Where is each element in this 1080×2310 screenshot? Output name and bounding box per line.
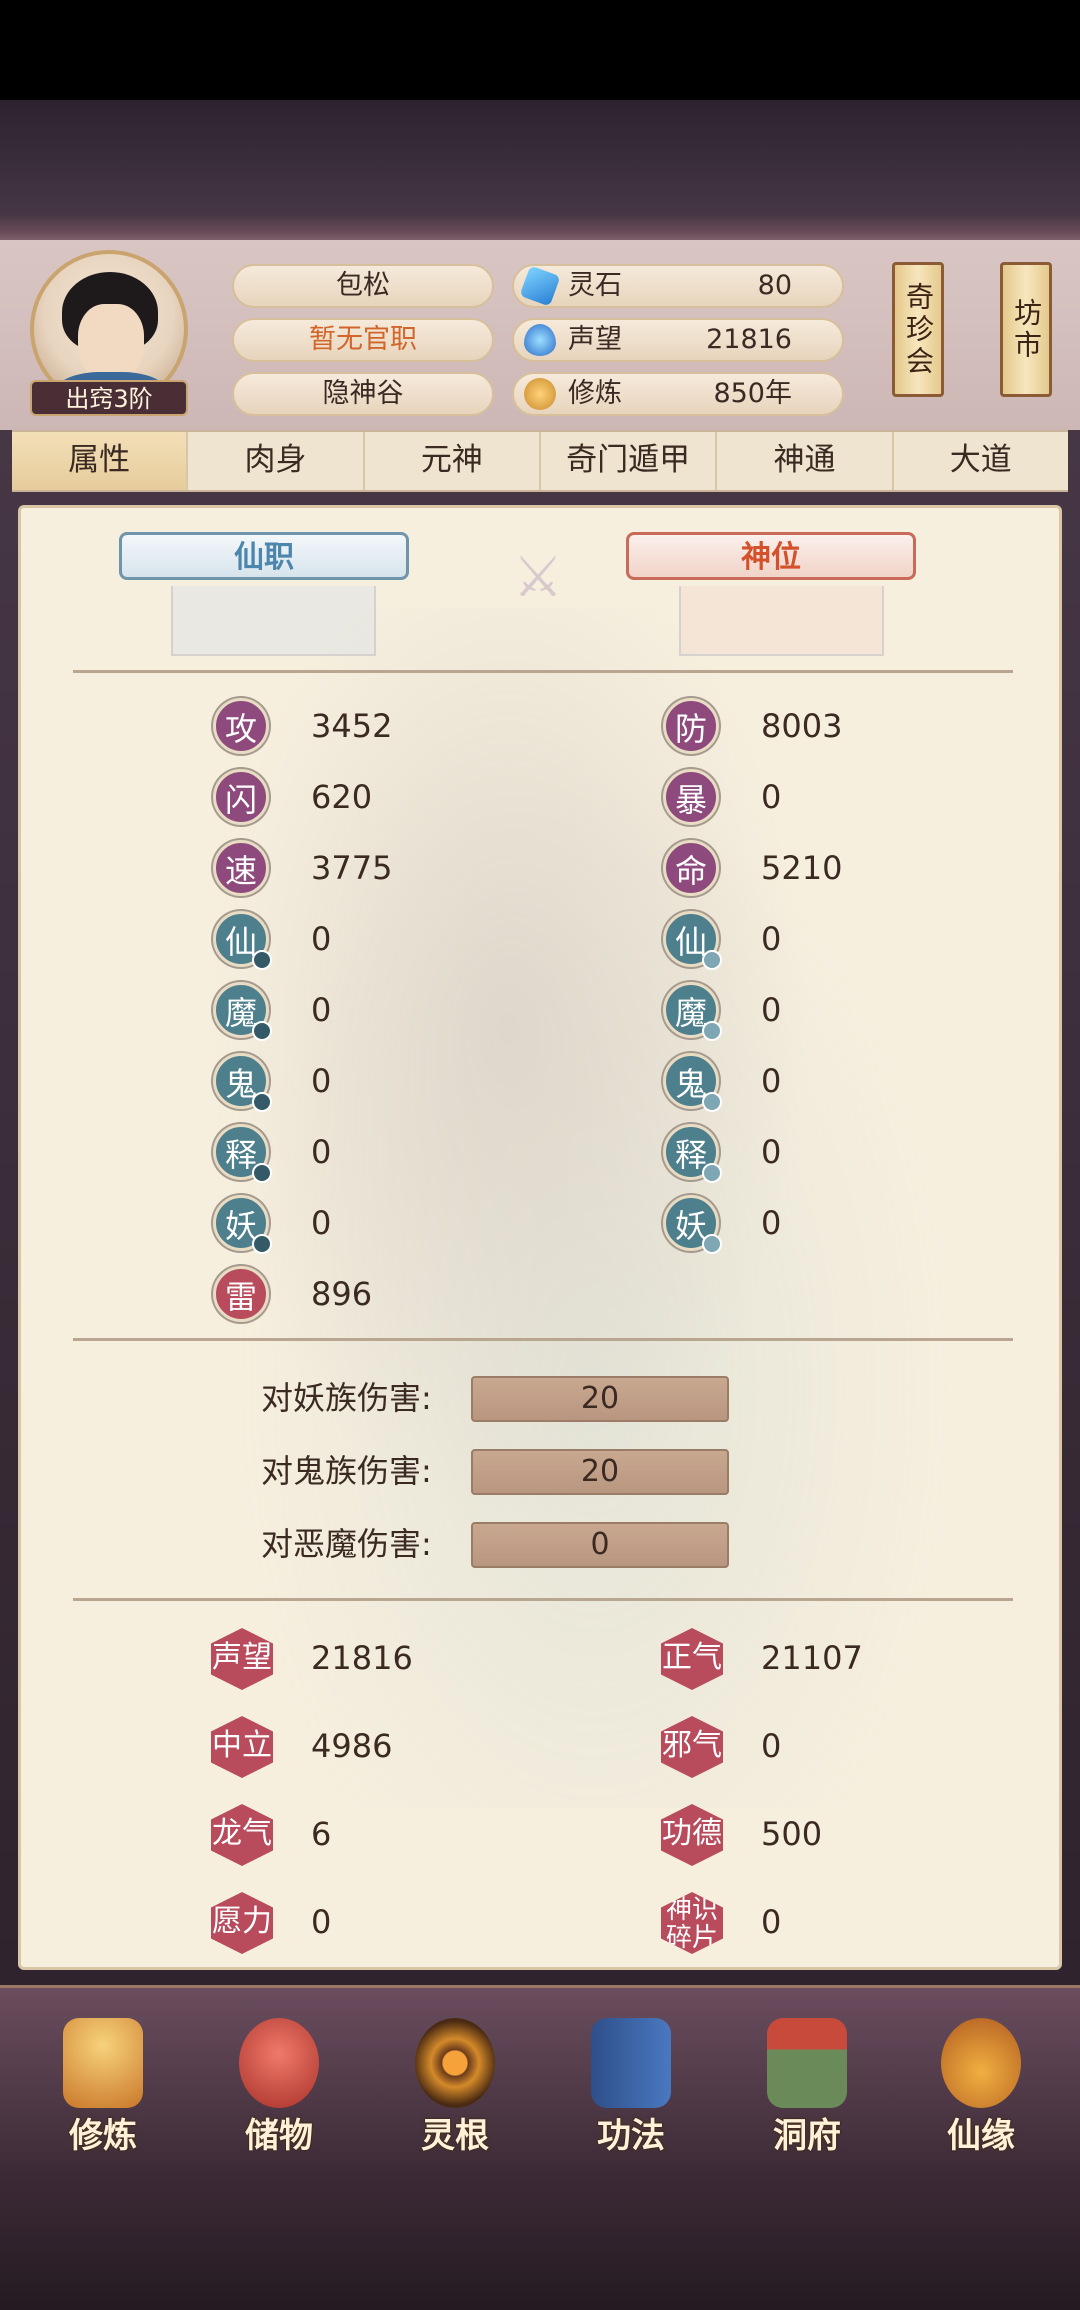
stat-value: 0 <box>311 920 332 958</box>
rep-badge: 愿力 <box>211 1892 273 1954</box>
nav-cultivation[interactable]: 修炼 <box>28 2008 178 2158</box>
immortal-post-slot[interactable] <box>171 586 376 656</box>
stat-value: 0 <box>761 920 782 958</box>
nav-cave-abode[interactable]: 洞府 <box>732 2008 882 2158</box>
divider <box>73 1338 1013 1341</box>
info-dot-icon <box>702 950 722 970</box>
meditation-icon <box>63 2018 143 2108</box>
stat-value: 8003 <box>761 707 843 745</box>
treasure-auction-button[interactable]: 奇珍会 <box>892 262 944 397</box>
nav-techniques[interactable]: 功法 <box>556 2008 706 2158</box>
tab-great-dao[interactable]: 大道 <box>894 432 1068 490</box>
nav-storage[interactable]: 储物 <box>204 2008 354 2158</box>
stat-value: 5210 <box>761 849 843 887</box>
divider <box>73 1598 1013 1601</box>
info-dot-icon <box>702 1021 722 1041</box>
tab-qimen-dunjia[interactable]: 奇门遁甲 <box>541 432 718 490</box>
rep-badge: 神识碎片 <box>661 1892 723 1954</box>
damage-value-devil: 0 <box>471 1522 729 1568</box>
info-dot-icon <box>252 1092 272 1112</box>
rank-badge: 出窍3阶 <box>30 380 188 416</box>
stat-badge[interactable]: 仙 <box>663 911 722 970</box>
stat-value: 0 <box>311 1133 332 1171</box>
stat-badge[interactable]: 鬼 <box>663 1053 722 1112</box>
stat-badge[interactable]: 命 <box>663 840 719 896</box>
stat-value: 0 <box>311 991 332 1029</box>
gourd-icon <box>941 2018 1021 2108</box>
stat-badge[interactable]: 妖 <box>213 1195 272 1254</box>
stat-badge[interactable]: 魔 <box>663 982 722 1041</box>
info-dot-icon <box>252 1234 272 1254</box>
info-dot-icon <box>702 1234 722 1254</box>
attribute-tabs: 属性 肉身 元神 奇门遁甲 神通 大道 <box>12 430 1068 492</box>
stat-badge[interactable]: 速 <box>213 840 269 896</box>
stat-badge[interactable]: 鬼 <box>213 1053 272 1112</box>
info-dot-icon <box>702 1163 722 1183</box>
divine-seat-title: 神位 <box>626 532 916 580</box>
character-name: 包松 <box>232 264 494 308</box>
scripture-book-icon <box>591 2018 671 2108</box>
nav-immortal-fate[interactable]: 仙缘 <box>906 2008 1056 2158</box>
stat-badge[interactable]: 释 <box>213 1124 272 1183</box>
sect-name: 隐神谷 <box>232 372 494 416</box>
damage-value-ghost-race: 20 <box>471 1449 729 1495</box>
spirit-root-icon <box>415 2018 495 2108</box>
spirit-stone-icon <box>519 265 561 307</box>
market-button[interactable]: 坊市 <box>1000 262 1052 397</box>
stat-badge[interactable]: 暴 <box>663 769 719 825</box>
tab-body[interactable]: 肉身 <box>188 432 365 490</box>
damage-label-devil: 对恶魔伤害: <box>261 1525 432 1563</box>
stat-value: 3452 <box>311 707 393 745</box>
tab-attributes[interactable]: 属性 <box>12 432 189 490</box>
stat-value: 0 <box>761 991 782 1029</box>
stat-value: 0 <box>761 1133 782 1171</box>
info-dot-icon <box>252 1163 272 1183</box>
stat-badge[interactable]: 妖 <box>663 1195 722 1254</box>
immortal-post-title: 仙职 <box>119 532 409 580</box>
crossed-swords-icon: ⚔ <box>512 545 564 610</box>
stat-value: 0 <box>311 1204 332 1242</box>
stat-badge[interactable]: 防 <box>663 698 719 754</box>
resource-spirit-stone: 灵石 80 <box>512 264 844 308</box>
resource-cultivation: 修炼 850年 <box>512 372 844 416</box>
damage-label-demon-race: 对妖族伤害: <box>261 1379 432 1417</box>
storage-bag-icon <box>239 2018 319 2108</box>
stat-value: 896 <box>311 1275 373 1313</box>
stat-badge[interactable]: 仙 <box>213 911 272 970</box>
stat-value: 0 <box>761 1204 782 1242</box>
stat-badge[interactable]: 释 <box>663 1124 722 1183</box>
stat-value: 0 <box>761 1062 782 1100</box>
cultivation-icon <box>524 378 556 410</box>
info-dot-icon <box>702 1092 722 1112</box>
attribute-panel: 仙职 ⚔ 神位 对妖族伤害: 20 对鬼族伤害: 20 对恶魔伤害: 0 声望 … <box>18 505 1062 1970</box>
stat-value: 0 <box>761 778 782 816</box>
resource-reputation: 声望 21816 <box>512 318 844 362</box>
stat-badge[interactable]: 雷 <box>213 1266 269 1322</box>
info-dot-icon <box>252 1021 272 1041</box>
official-title[interactable]: 暂无官职 <box>232 318 494 362</box>
stat-badge[interactable]: 闪 <box>213 769 269 825</box>
rep-badge: 龙气 <box>211 1804 273 1866</box>
damage-label-ghost-race: 对鬼族伤害: <box>261 1452 432 1490</box>
stat-value: 620 <box>311 778 373 816</box>
stat-value: 0 <box>311 1062 332 1100</box>
divider <box>73 670 1013 673</box>
status-bar <box>0 0 1080 100</box>
stat-value: 3775 <box>311 849 393 887</box>
cave-abode-icon <box>767 2018 847 2108</box>
tab-supernatural-powers[interactable]: 神通 <box>717 432 894 490</box>
stat-badge[interactable]: 魔 <box>213 982 272 1041</box>
bottom-navigation: 修炼 储物 灵根 功法 洞府 仙缘 <box>0 1985 1080 2168</box>
tab-primordial-spirit[interactable]: 元神 <box>365 432 541 490</box>
divine-seat-slot[interactable] <box>679 586 884 656</box>
bottom-frame <box>0 2165 1080 2310</box>
damage-value-demon-race: 20 <box>471 1376 729 1422</box>
rep-badge: 功德 <box>661 1804 723 1866</box>
nav-spirit-root[interactable]: 灵根 <box>380 2008 530 2158</box>
info-dot-icon <box>252 950 272 970</box>
reputation-icon <box>524 324 556 356</box>
stat-badge[interactable]: 攻 <box>213 698 269 754</box>
